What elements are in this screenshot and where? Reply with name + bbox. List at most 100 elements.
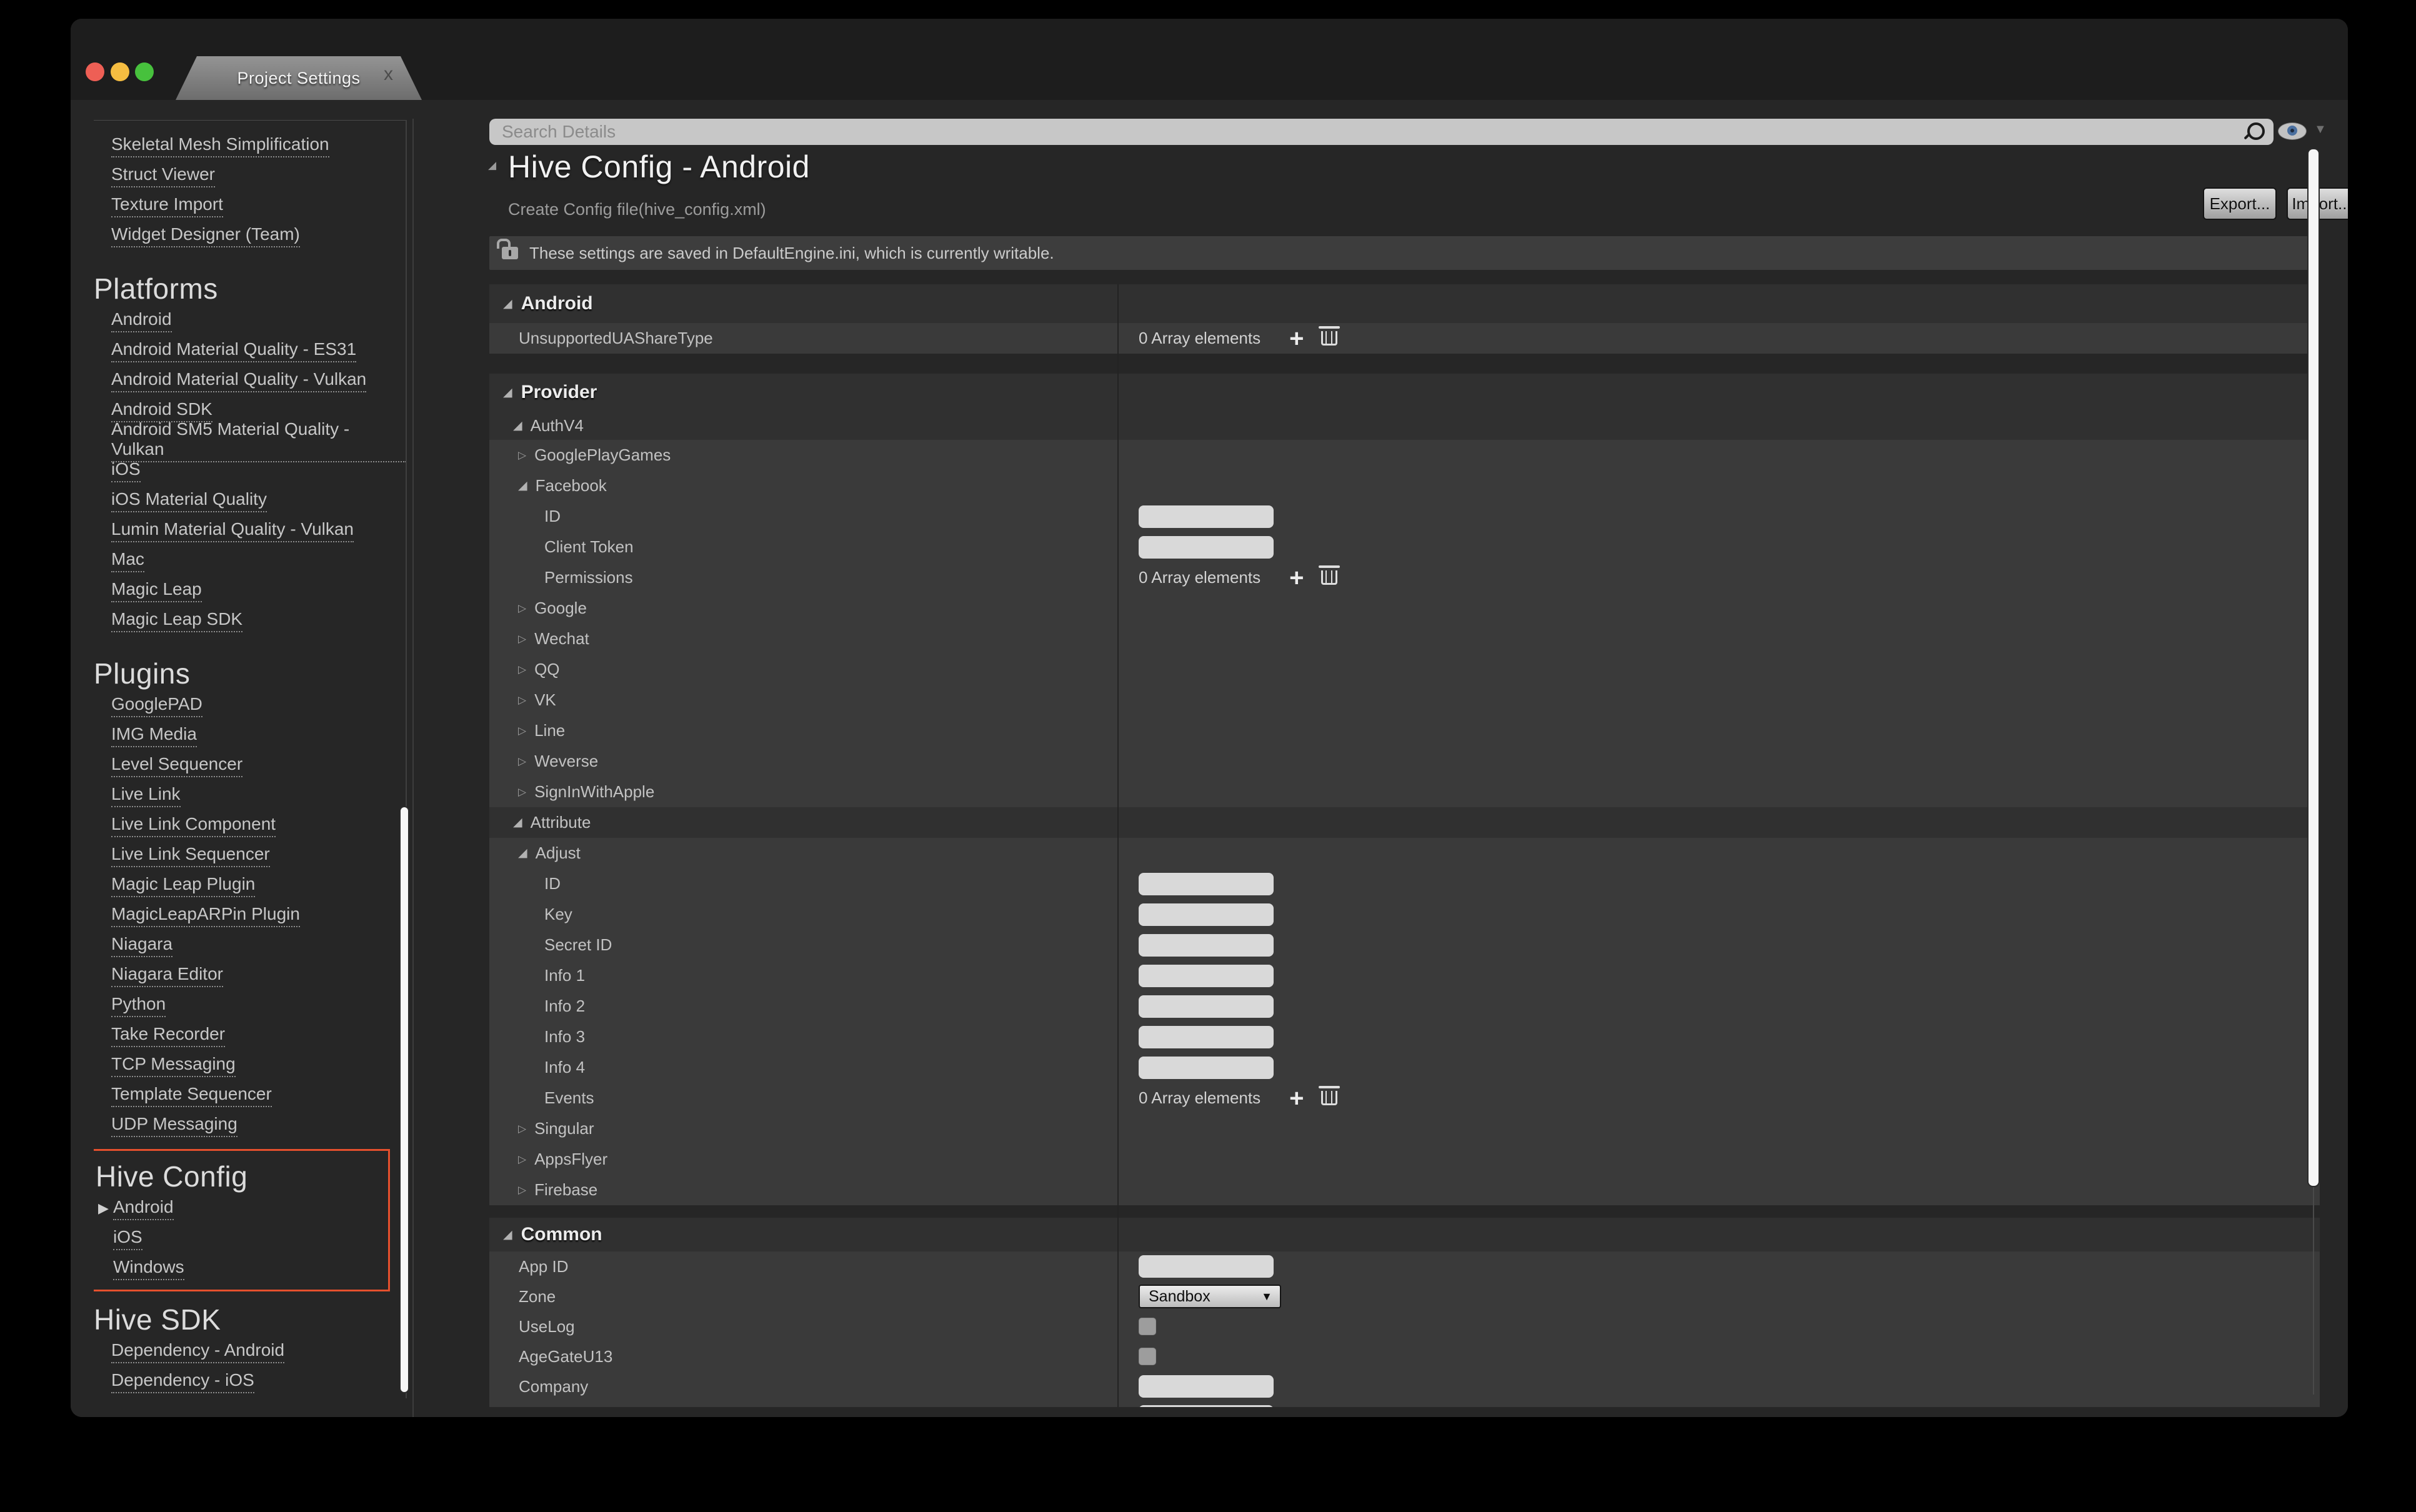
export-button[interactable]: Export...: [2203, 187, 2277, 220]
collapsed-arrow-icon[interactable]: ▷: [518, 1123, 526, 1134]
search-icon[interactable]: [2247, 122, 2265, 140]
sidebar-item-img-media[interactable]: IMG Media: [94, 720, 406, 750]
expanded-arrow-icon[interactable]: ◢: [518, 480, 527, 492]
sidebar-item-level-sequencer[interactable]: Level Sequencer: [94, 750, 406, 780]
search-details-input[interactable]: [489, 119, 2274, 145]
collapsed-arrow-icon[interactable]: ▷: [518, 634, 526, 644]
row-qq: ▷QQ: [489, 654, 2320, 685]
sidebar-item-live-link-component[interactable]: Live Link Component: [94, 810, 406, 840]
sidebar-item-skeletal-mesh-simplification[interactable]: Skeletal Mesh Simplification: [94, 131, 406, 161]
sidebar-item-hive-config-ios[interactable]: iOS: [96, 1223, 388, 1253]
sidebar-item-mac[interactable]: Mac: [94, 545, 406, 575]
zoom-window-button[interactable]: [135, 62, 154, 81]
collapsed-arrow-icon[interactable]: ▷: [518, 756, 526, 767]
row-authv4: ◢AuthV4: [489, 411, 2320, 440]
section-header-android[interactable]: ◢ Android: [489, 284, 2320, 323]
collapsed-arrow-icon[interactable]: ▷: [518, 450, 526, 460]
expanded-arrow-icon[interactable]: ◢: [503, 298, 512, 310]
sidebar-item-hive-config-android[interactable]: ▶ Android: [96, 1193, 388, 1223]
sidebar-item-dependency-ios[interactable]: Dependency - iOS: [94, 1366, 406, 1396]
sidebar-item-take-recorder[interactable]: Take Recorder: [94, 1020, 406, 1050]
section-header-common[interactable]: ◢ Common: [489, 1218, 2320, 1251]
row-unsupporteduasharetype: UnsupportedUAShareType 0 Array elements …: [489, 323, 2320, 354]
app-id-input[interactable]: [1139, 1255, 1274, 1278]
visibility-eye-icon[interactable]: [2278, 122, 2307, 140]
sidebar-item-udp-messaging[interactable]: UDP Messaging: [94, 1110, 406, 1140]
sidebar-item-niagara-editor[interactable]: Niagara Editor: [94, 960, 406, 990]
adjust-key-input[interactable]: [1139, 903, 1274, 926]
sidebar-item-magic-leap[interactable]: Magic Leap: [94, 575, 406, 605]
add-element-icon[interactable]: +: [1289, 569, 1304, 587]
collapsed-arrow-icon[interactable]: ▷: [518, 603, 526, 614]
row-adjust-key: Key: [489, 899, 2320, 930]
sidebar-item-hive-config-windows[interactable]: Windows: [96, 1253, 388, 1283]
company-input[interactable]: [1139, 1375, 1274, 1398]
collapsed-arrow-icon[interactable]: ▷: [518, 787, 526, 797]
sidebar-item-live-link-sequencer[interactable]: Live Link Sequencer: [94, 840, 406, 870]
sidebar-item-lumin-mq-vulkan[interactable]: Lumin Material Quality - Vulkan: [94, 515, 406, 545]
sidebar-item-ios-material-quality[interactable]: iOS Material Quality: [94, 485, 406, 515]
sidebar-item-magic-leap-sdk[interactable]: Magic Leap SDK: [94, 605, 406, 635]
row-adjust-info3: Info 3: [489, 1022, 2320, 1052]
sidebar-item-live-link[interactable]: Live Link: [94, 780, 406, 810]
add-element-icon[interactable]: +: [1289, 329, 1304, 348]
expanded-arrow-icon[interactable]: ◢: [503, 387, 512, 399]
sidebar-item-android-mq-vulkan[interactable]: Android Material Quality - Vulkan: [94, 366, 406, 395]
tab-close-icon[interactable]: x: [384, 65, 393, 84]
sidebar-item-template-sequencer[interactable]: Template Sequencer: [94, 1080, 406, 1110]
row-weverse: ▷Weverse: [489, 746, 2320, 777]
minimize-window-button[interactable]: [111, 62, 129, 81]
facebook-id-input[interactable]: [1139, 505, 1274, 528]
page-expander-icon[interactable]: ◢: [488, 160, 496, 171]
sidebar-item-ios[interactable]: iOS: [94, 455, 406, 485]
expanded-arrow-icon[interactable]: ◢: [513, 817, 522, 828]
adjust-info1-input[interactable]: [1139, 965, 1274, 987]
adjust-secret-id-input[interactable]: [1139, 934, 1274, 957]
adjust-id-input[interactable]: [1139, 873, 1274, 895]
row-facebook-client-token: Client Token: [489, 532, 2320, 562]
section-header-provider[interactable]: ◢ Provider: [489, 374, 2320, 411]
expanded-arrow-icon[interactable]: ◢: [513, 420, 522, 432]
sidebar-item-texture-import[interactable]: Texture Import: [94, 191, 406, 221]
array-count: 0 Array elements: [1139, 329, 1260, 348]
expanded-arrow-icon[interactable]: ◢: [503, 1229, 512, 1241]
sidebar-item-magic-leap-plugin[interactable]: Magic Leap Plugin: [94, 870, 406, 900]
delete-elements-icon[interactable]: [1321, 331, 1337, 346]
collapsed-arrow-icon[interactable]: ▷: [518, 695, 526, 705]
collapsed-arrow-icon[interactable]: ▷: [518, 1154, 526, 1165]
uselog-checkbox[interactable]: [1139, 1318, 1156, 1335]
main-scrollbar-thumb[interactable]: [2307, 148, 2320, 1187]
sidebar-item-googlepad[interactable]: GooglePAD: [94, 690, 406, 720]
sidebar-item-widget-designer[interactable]: Widget Designer (Team): [94, 221, 406, 251]
sidebar-item-python[interactable]: Python: [94, 990, 406, 1020]
zone-selected-value: Sandbox: [1149, 1288, 1210, 1306]
sidebar-item-android-sm5-mq-vulkan[interactable]: Android SM5 Material Quality - Vulkan: [94, 425, 406, 455]
sidebar-item-android-mq-es31[interactable]: Android Material Quality - ES31: [94, 336, 406, 366]
facebook-client-token-input[interactable]: [1139, 536, 1274, 559]
details-panel: ◢ Android UnsupportedUAShareType 0 Array…: [489, 284, 2320, 1407]
page-subtitle-link[interactable]: Create Config file(hive_config.xml): [508, 200, 766, 219]
collapsed-arrow-icon[interactable]: ▷: [518, 1185, 526, 1195]
tab-project-settings[interactable]: Project Settings x: [176, 56, 422, 100]
agegateu13-checkbox[interactable]: [1139, 1348, 1156, 1365]
add-element-icon[interactable]: +: [1289, 1089, 1304, 1108]
collapsed-arrow-icon[interactable]: ▷: [518, 664, 526, 675]
clipped-input[interactable]: [1139, 1405, 1274, 1407]
sidebar-scrollbar-thumb[interactable]: [399, 806, 409, 1393]
delete-elements-icon[interactable]: [1321, 570, 1337, 585]
adjust-info3-input[interactable]: [1139, 1026, 1274, 1048]
zone-select[interactable]: Sandbox ▼: [1139, 1285, 1281, 1308]
delete-elements-icon[interactable]: [1321, 1091, 1337, 1105]
sidebar-item-tcp-messaging[interactable]: TCP Messaging: [94, 1050, 406, 1080]
adjust-info2-input[interactable]: [1139, 995, 1274, 1018]
collapsed-arrow-icon[interactable]: ▷: [518, 725, 526, 736]
sidebar-item-dependency-android[interactable]: Dependency - Android: [94, 1336, 406, 1366]
sidebar-item-android[interactable]: Android: [94, 306, 406, 336]
close-window-button[interactable]: [86, 62, 104, 81]
sidebar-item-struct-viewer[interactable]: Struct Viewer: [94, 161, 406, 191]
sidebar-item-niagara[interactable]: Niagara: [94, 930, 406, 960]
sidebar-item-magicleaparpin-plugin[interactable]: MagicLeapARPin Plugin: [94, 900, 406, 930]
adjust-info4-input[interactable]: [1139, 1057, 1274, 1079]
expanded-arrow-icon[interactable]: ◢: [518, 847, 527, 859]
visibility-dropdown-caret-icon[interactable]: ▼: [2314, 122, 2327, 137]
